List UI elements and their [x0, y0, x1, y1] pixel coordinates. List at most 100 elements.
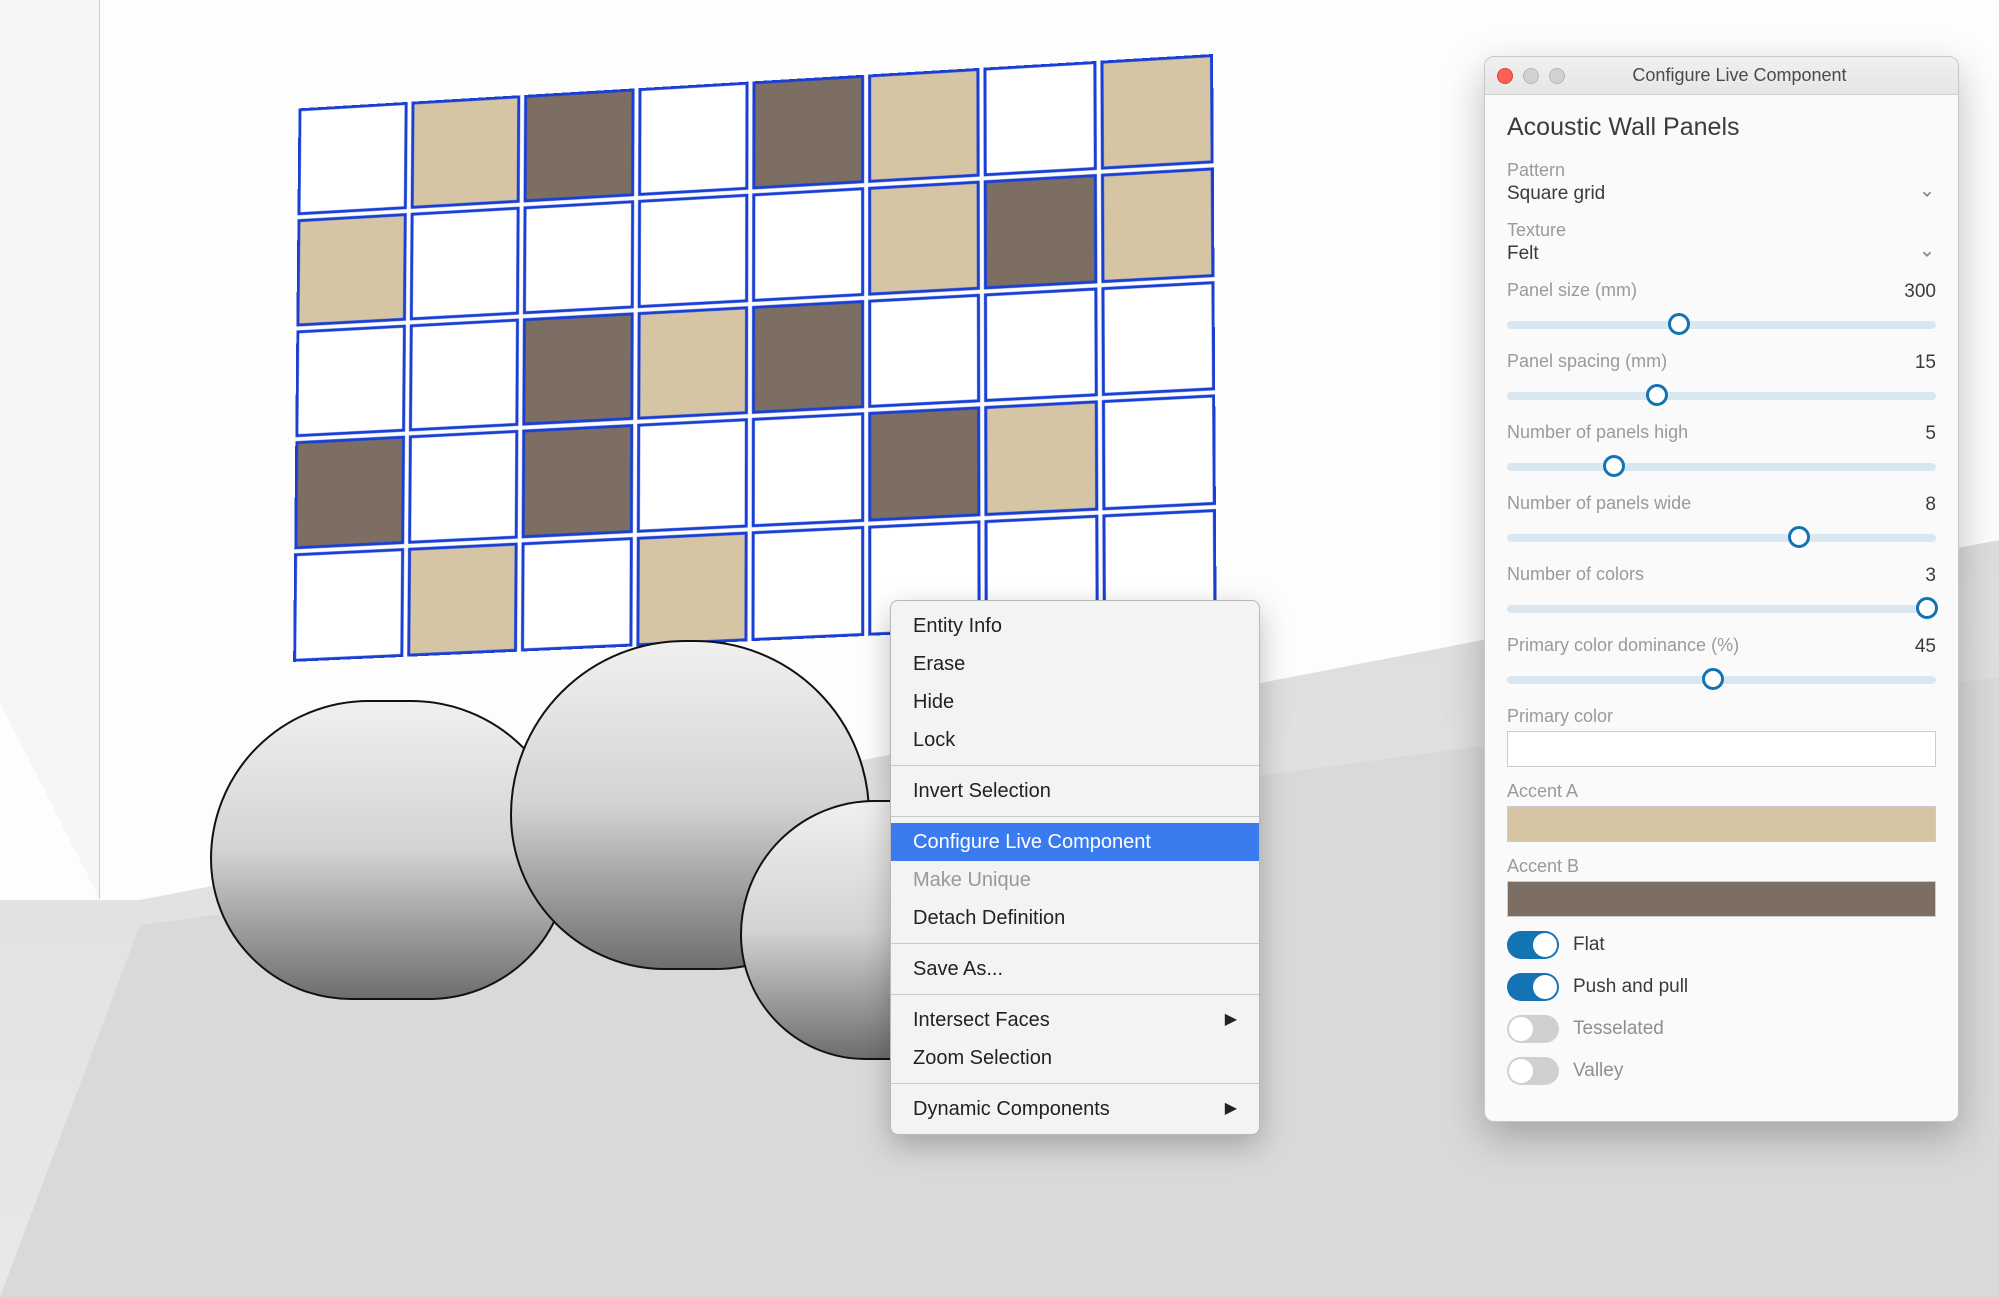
menu-item-label: Save As... [913, 958, 1003, 980]
acoustic-panel-grid[interactable] [293, 54, 1216, 662]
menu-item[interactable]: Invert Selection [891, 772, 1259, 810]
menu-item[interactable]: Detach Definition [891, 899, 1259, 937]
chevron-down-icon [1918, 245, 1936, 263]
panel-spacing-value: 15 [1915, 352, 1936, 374]
toggle-knob [1533, 933, 1557, 957]
panel-tile [984, 401, 1098, 517]
toggle-push-and-pull[interactable] [1507, 973, 1559, 1001]
panel-size-value: 300 [1904, 281, 1936, 303]
panel-tile [868, 68, 980, 183]
panel-tile [522, 312, 633, 426]
panel-tile [752, 75, 863, 189]
toggle-knob [1533, 975, 1557, 999]
panel-tile [984, 287, 1097, 402]
toggle-knob [1509, 1059, 1533, 1083]
menu-item[interactable]: Zoom Selection [891, 1039, 1259, 1077]
dominance-label: Primary color dominance (%) [1507, 635, 1739, 656]
num-colors-value: 3 [1925, 565, 1936, 587]
toggle-knob [1509, 1017, 1533, 1041]
pattern-field: Pattern Square grid [1507, 160, 1936, 206]
close-icon[interactable] [1497, 68, 1513, 84]
panels-high-value: 5 [1925, 423, 1936, 445]
menu-item[interactable]: Lock [891, 721, 1259, 759]
texture-select[interactable]: Felt [1507, 243, 1936, 266]
slider-thumb[interactable] [1646, 384, 1668, 406]
panel-tile [408, 430, 519, 544]
panel-tile [868, 293, 980, 408]
accent-a-field: Accent A [1507, 781, 1936, 842]
window-title: Configure Live Component [1533, 65, 1946, 86]
panel-tile [298, 102, 408, 215]
dominance-field: Primary color dominance (%)45 [1507, 635, 1936, 692]
separator [891, 994, 1259, 995]
panel-tile [637, 193, 748, 307]
panel-tile [752, 300, 864, 415]
slider-thumb[interactable] [1702, 668, 1724, 690]
menu-item[interactable]: Intersect Faces▶ [891, 1001, 1259, 1039]
component-title: Acoustic Wall Panels [1507, 113, 1936, 142]
pattern-select[interactable]: Square grid [1507, 183, 1936, 206]
context-menu: Entity Info Erase Hide Lock Invert Selection… [890, 600, 1260, 1135]
toggle-flat[interactable] [1507, 931, 1559, 959]
menu-item-label: Entity Info [913, 615, 1002, 637]
panel-tile [296, 213, 406, 326]
menu-item-label: Zoom Selection [913, 1047, 1052, 1069]
menu-item-label: Intersect Faces [913, 1005, 1050, 1035]
primary-color-field: Primary color [1507, 706, 1936, 767]
accent-a-swatch[interactable] [1507, 806, 1936, 842]
panels-high-field: Number of panels high5 [1507, 422, 1936, 479]
slider-thumb[interactable] [1788, 526, 1810, 548]
panel-tile [522, 424, 633, 538]
panel-tile [523, 200, 634, 314]
menu-item-label: Erase [913, 653, 965, 675]
separator [891, 765, 1259, 766]
titlebar[interactable]: Configure Live Component [1485, 57, 1958, 95]
menu-item[interactable]: Save As... [891, 950, 1259, 988]
panels-wide-field: Number of panels wide8 [1507, 493, 1936, 550]
texture-label: Texture [1507, 220, 1936, 241]
toggle-label: Valley [1573, 1060, 1623, 1082]
panel-tile [751, 526, 863, 641]
panels-wide-slider[interactable] [1507, 524, 1936, 550]
menu-item-label: Hide [913, 691, 954, 713]
sofa-group [180, 640, 960, 1040]
menu-item[interactable]: Hide [891, 683, 1259, 721]
num-colors-slider[interactable] [1507, 595, 1936, 621]
separator [891, 943, 1259, 944]
panels-wide-label: Number of panels wide [1507, 493, 1691, 514]
panel-tile [752, 187, 864, 302]
chevron-down-icon [1918, 185, 1936, 203]
panels-high-slider[interactable] [1507, 453, 1936, 479]
panel-size-slider[interactable] [1507, 311, 1936, 337]
panel-spacing-slider[interactable] [1507, 382, 1936, 408]
pattern-value: Square grid [1507, 183, 1605, 205]
slider-thumb[interactable] [1603, 455, 1625, 477]
panel-tile [752, 413, 864, 528]
accent-b-swatch[interactable] [1507, 881, 1936, 917]
slider-thumb[interactable] [1916, 597, 1938, 619]
panel-tile [984, 174, 1097, 289]
panel-tile [408, 318, 518, 432]
toggle-row: Valley [1507, 1057, 1936, 1085]
toggle-row: Push and pull [1507, 973, 1936, 1001]
menu-item[interactable]: Erase [891, 645, 1259, 683]
menu-item-label: Configure Live Component [913, 831, 1151, 853]
panel-tile [868, 180, 980, 295]
menu-item-label: Invert Selection [913, 780, 1051, 802]
pattern-label: Pattern [1507, 160, 1936, 181]
menu-item[interactable]: Configure Live Component [891, 823, 1259, 861]
panel-size-field: Panel size (mm)300 [1507, 280, 1936, 337]
toggle-tesselated[interactable] [1507, 1015, 1559, 1043]
menu-item[interactable]: Entity Info [891, 607, 1259, 645]
texture-field: Texture Felt [1507, 220, 1936, 266]
primary-color-swatch[interactable] [1507, 731, 1936, 767]
menu-item[interactable]: Dynamic Components▶ [891, 1090, 1259, 1128]
menu-item-label: Detach Definition [913, 907, 1065, 929]
menu-item-label: Lock [913, 729, 955, 751]
toggle-valley[interactable] [1507, 1057, 1559, 1085]
panel-tile [295, 324, 405, 437]
slider-thumb[interactable] [1668, 313, 1690, 335]
panel-tile [1100, 54, 1214, 170]
separator [891, 1083, 1259, 1084]
dominance-slider[interactable] [1507, 666, 1936, 692]
